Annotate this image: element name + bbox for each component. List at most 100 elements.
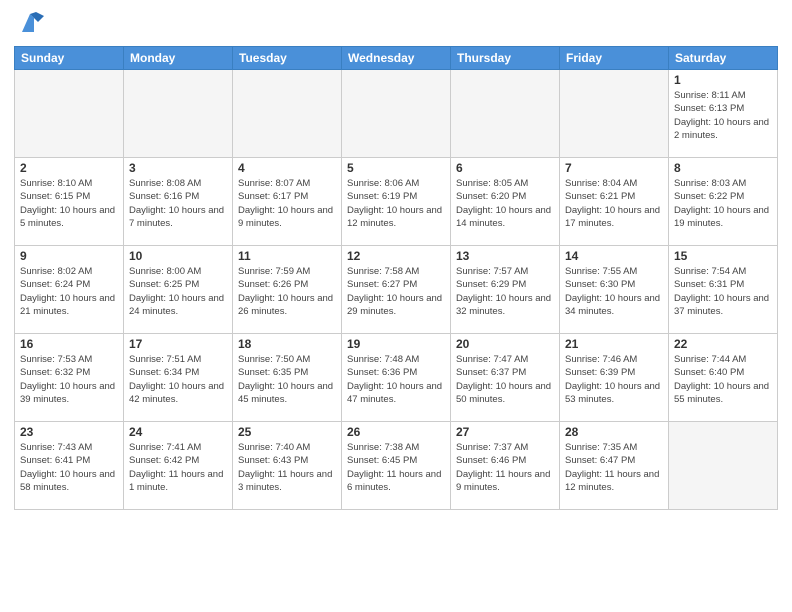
day-number: 19 xyxy=(347,337,445,351)
day-info: Sunrise: 7:38 AM Sunset: 6:45 PM Dayligh… xyxy=(347,441,445,494)
calendar-week-2: 9 Sunrise: 8:02 AM Sunset: 6:24 PM Daylig… xyxy=(15,246,778,334)
day-info: Sunrise: 8:08 AM Sunset: 6:16 PM Dayligh… xyxy=(129,177,227,230)
day-info: Sunrise: 7:54 AM Sunset: 6:31 PM Dayligh… xyxy=(674,265,772,318)
day-number: 21 xyxy=(565,337,663,351)
calendar-cell: 28 Sunrise: 7:35 AM Sunset: 6:47 PM Dayli… xyxy=(560,422,669,510)
calendar: SundayMondayTuesdayWednesdayThursdayFrid… xyxy=(14,46,778,510)
day-number: 2 xyxy=(20,161,118,175)
calendar-week-3: 16 Sunrise: 7:53 AM Sunset: 6:32 PM Dayli… xyxy=(15,334,778,422)
calendar-week-4: 23Sunrise: 7:43 AM Sunset: 6:41 PM Dayli… xyxy=(15,422,778,510)
day-info: Sunrise: 8:11 AM Sunset: 6:13 PM Dayligh… xyxy=(674,89,772,142)
day-number: 8 xyxy=(674,161,772,175)
calendar-week-0: 1 Sunrise: 8:11 AM Sunset: 6:13 PM Daylig… xyxy=(15,70,778,158)
day-number: 4 xyxy=(238,161,336,175)
day-info: Sunrise: 8:02 AM Sunset: 6:24 PM Dayligh… xyxy=(20,265,118,318)
calendar-header-thursday: Thursday xyxy=(451,47,560,70)
calendar-cell xyxy=(15,70,124,158)
day-number: 13 xyxy=(456,249,554,263)
calendar-cell: 22 Sunrise: 7:44 AM Sunset: 6:40 PM Dayli… xyxy=(669,334,778,422)
calendar-cell: 23Sunrise: 7:43 AM Sunset: 6:41 PM Dayli… xyxy=(15,422,124,510)
day-info: Sunrise: 7:35 AM Sunset: 6:47 PM Dayligh… xyxy=(565,441,663,494)
calendar-cell: 25 Sunrise: 7:40 AM Sunset: 6:43 PM Dayli… xyxy=(233,422,342,510)
day-info: Sunrise: 7:43 AM Sunset: 6:41 PM Dayligh… xyxy=(20,441,118,494)
calendar-cell: 13 Sunrise: 7:57 AM Sunset: 6:29 PM Dayli… xyxy=(451,246,560,334)
calendar-cell: 27Sunrise: 7:37 AM Sunset: 6:46 PM Dayli… xyxy=(451,422,560,510)
calendar-cell: 15 Sunrise: 7:54 AM Sunset: 6:31 PM Dayli… xyxy=(669,246,778,334)
page: SundayMondayTuesdayWednesdayThursdayFrid… xyxy=(0,0,792,612)
calendar-cell: 12 Sunrise: 7:58 AM Sunset: 6:27 PM Dayli… xyxy=(342,246,451,334)
calendar-cell: 8 Sunrise: 8:03 AM Sunset: 6:22 PM Daylig… xyxy=(669,158,778,246)
calendar-cell xyxy=(124,70,233,158)
calendar-cell: 4 Sunrise: 8:07 AM Sunset: 6:17 PM Daylig… xyxy=(233,158,342,246)
day-info: Sunrise: 7:44 AM Sunset: 6:40 PM Dayligh… xyxy=(674,353,772,406)
calendar-cell xyxy=(451,70,560,158)
day-number: 6 xyxy=(456,161,554,175)
calendar-cell: 19 Sunrise: 7:48 AM Sunset: 6:36 PM Dayli… xyxy=(342,334,451,422)
day-info: Sunrise: 7:57 AM Sunset: 6:29 PM Dayligh… xyxy=(456,265,554,318)
day-info: Sunrise: 7:51 AM Sunset: 6:34 PM Dayligh… xyxy=(129,353,227,406)
day-number: 20 xyxy=(456,337,554,351)
day-info: Sunrise: 7:48 AM Sunset: 6:36 PM Dayligh… xyxy=(347,353,445,406)
logo xyxy=(14,10,44,38)
day-info: Sunrise: 8:00 AM Sunset: 6:25 PM Dayligh… xyxy=(129,265,227,318)
calendar-cell xyxy=(342,70,451,158)
day-info: Sunrise: 7:41 AM Sunset: 6:42 PM Dayligh… xyxy=(129,441,227,494)
calendar-header-friday: Friday xyxy=(560,47,669,70)
calendar-cell: 11Sunrise: 7:59 AM Sunset: 6:26 PM Dayli… xyxy=(233,246,342,334)
calendar-cell: 9 Sunrise: 8:02 AM Sunset: 6:24 PM Daylig… xyxy=(15,246,124,334)
calendar-cell: 10 Sunrise: 8:00 AM Sunset: 6:25 PM Dayli… xyxy=(124,246,233,334)
calendar-cell: 14Sunrise: 7:55 AM Sunset: 6:30 PM Dayli… xyxy=(560,246,669,334)
calendar-cell: 21 Sunrise: 7:46 AM Sunset: 6:39 PM Dayli… xyxy=(560,334,669,422)
day-number: 10 xyxy=(129,249,227,263)
header xyxy=(14,10,778,38)
calendar-cell: 5 Sunrise: 8:06 AM Sunset: 6:19 PM Daylig… xyxy=(342,158,451,246)
calendar-cell: 7 Sunrise: 8:04 AM Sunset: 6:21 PM Daylig… xyxy=(560,158,669,246)
calendar-cell xyxy=(669,422,778,510)
calendar-cell: 16 Sunrise: 7:53 AM Sunset: 6:32 PM Dayli… xyxy=(15,334,124,422)
day-number: 3 xyxy=(129,161,227,175)
calendar-header-row: SundayMondayTuesdayWednesdayThursdayFrid… xyxy=(15,47,778,70)
calendar-cell: 24 Sunrise: 7:41 AM Sunset: 6:42 PM Dayli… xyxy=(124,422,233,510)
calendar-week-1: 2 Sunrise: 8:10 AM Sunset: 6:15 PM Daylig… xyxy=(15,158,778,246)
calendar-cell: 20 Sunrise: 7:47 AM Sunset: 6:37 PM Dayli… xyxy=(451,334,560,422)
day-info: Sunrise: 7:58 AM Sunset: 6:27 PM Dayligh… xyxy=(347,265,445,318)
day-info: Sunrise: 8:06 AM Sunset: 6:19 PM Dayligh… xyxy=(347,177,445,230)
day-info: Sunrise: 8:10 AM Sunset: 6:15 PM Dayligh… xyxy=(20,177,118,230)
calendar-cell: 18 Sunrise: 7:50 AM Sunset: 6:35 PM Dayli… xyxy=(233,334,342,422)
calendar-cell xyxy=(233,70,342,158)
day-number: 12 xyxy=(347,249,445,263)
day-number: 17 xyxy=(129,337,227,351)
day-number: 22 xyxy=(674,337,772,351)
day-number: 26 xyxy=(347,425,445,439)
day-info: Sunrise: 7:53 AM Sunset: 6:32 PM Dayligh… xyxy=(20,353,118,406)
day-info: Sunrise: 7:47 AM Sunset: 6:37 PM Dayligh… xyxy=(456,353,554,406)
day-info: Sunrise: 8:05 AM Sunset: 6:20 PM Dayligh… xyxy=(456,177,554,230)
day-info: Sunrise: 7:40 AM Sunset: 6:43 PM Dayligh… xyxy=(238,441,336,494)
day-number: 1 xyxy=(674,73,772,87)
day-info: Sunrise: 7:50 AM Sunset: 6:35 PM Dayligh… xyxy=(238,353,336,406)
day-number: 5 xyxy=(347,161,445,175)
day-number: 7 xyxy=(565,161,663,175)
day-number: 25 xyxy=(238,425,336,439)
day-number: 15 xyxy=(674,249,772,263)
calendar-cell: 2 Sunrise: 8:10 AM Sunset: 6:15 PM Daylig… xyxy=(15,158,124,246)
day-info: Sunrise: 7:46 AM Sunset: 6:39 PM Dayligh… xyxy=(565,353,663,406)
day-number: 28 xyxy=(565,425,663,439)
day-info: Sunrise: 8:03 AM Sunset: 6:22 PM Dayligh… xyxy=(674,177,772,230)
day-number: 27 xyxy=(456,425,554,439)
logo-icon xyxy=(16,10,44,38)
day-info: Sunrise: 8:07 AM Sunset: 6:17 PM Dayligh… xyxy=(238,177,336,230)
day-number: 18 xyxy=(238,337,336,351)
day-number: 24 xyxy=(129,425,227,439)
day-number: 9 xyxy=(20,249,118,263)
calendar-cell: 1 Sunrise: 8:11 AM Sunset: 6:13 PM Daylig… xyxy=(669,70,778,158)
day-number: 16 xyxy=(20,337,118,351)
calendar-header-sunday: Sunday xyxy=(15,47,124,70)
calendar-header-monday: Monday xyxy=(124,47,233,70)
day-info: Sunrise: 8:04 AM Sunset: 6:21 PM Dayligh… xyxy=(565,177,663,230)
calendar-cell: 6 Sunrise: 8:05 AM Sunset: 6:20 PM Daylig… xyxy=(451,158,560,246)
day-info: Sunrise: 7:59 AM Sunset: 6:26 PM Dayligh… xyxy=(238,265,336,318)
calendar-cell xyxy=(560,70,669,158)
calendar-cell: 3 Sunrise: 8:08 AM Sunset: 6:16 PM Daylig… xyxy=(124,158,233,246)
day-info: Sunrise: 7:55 AM Sunset: 6:30 PM Dayligh… xyxy=(565,265,663,318)
